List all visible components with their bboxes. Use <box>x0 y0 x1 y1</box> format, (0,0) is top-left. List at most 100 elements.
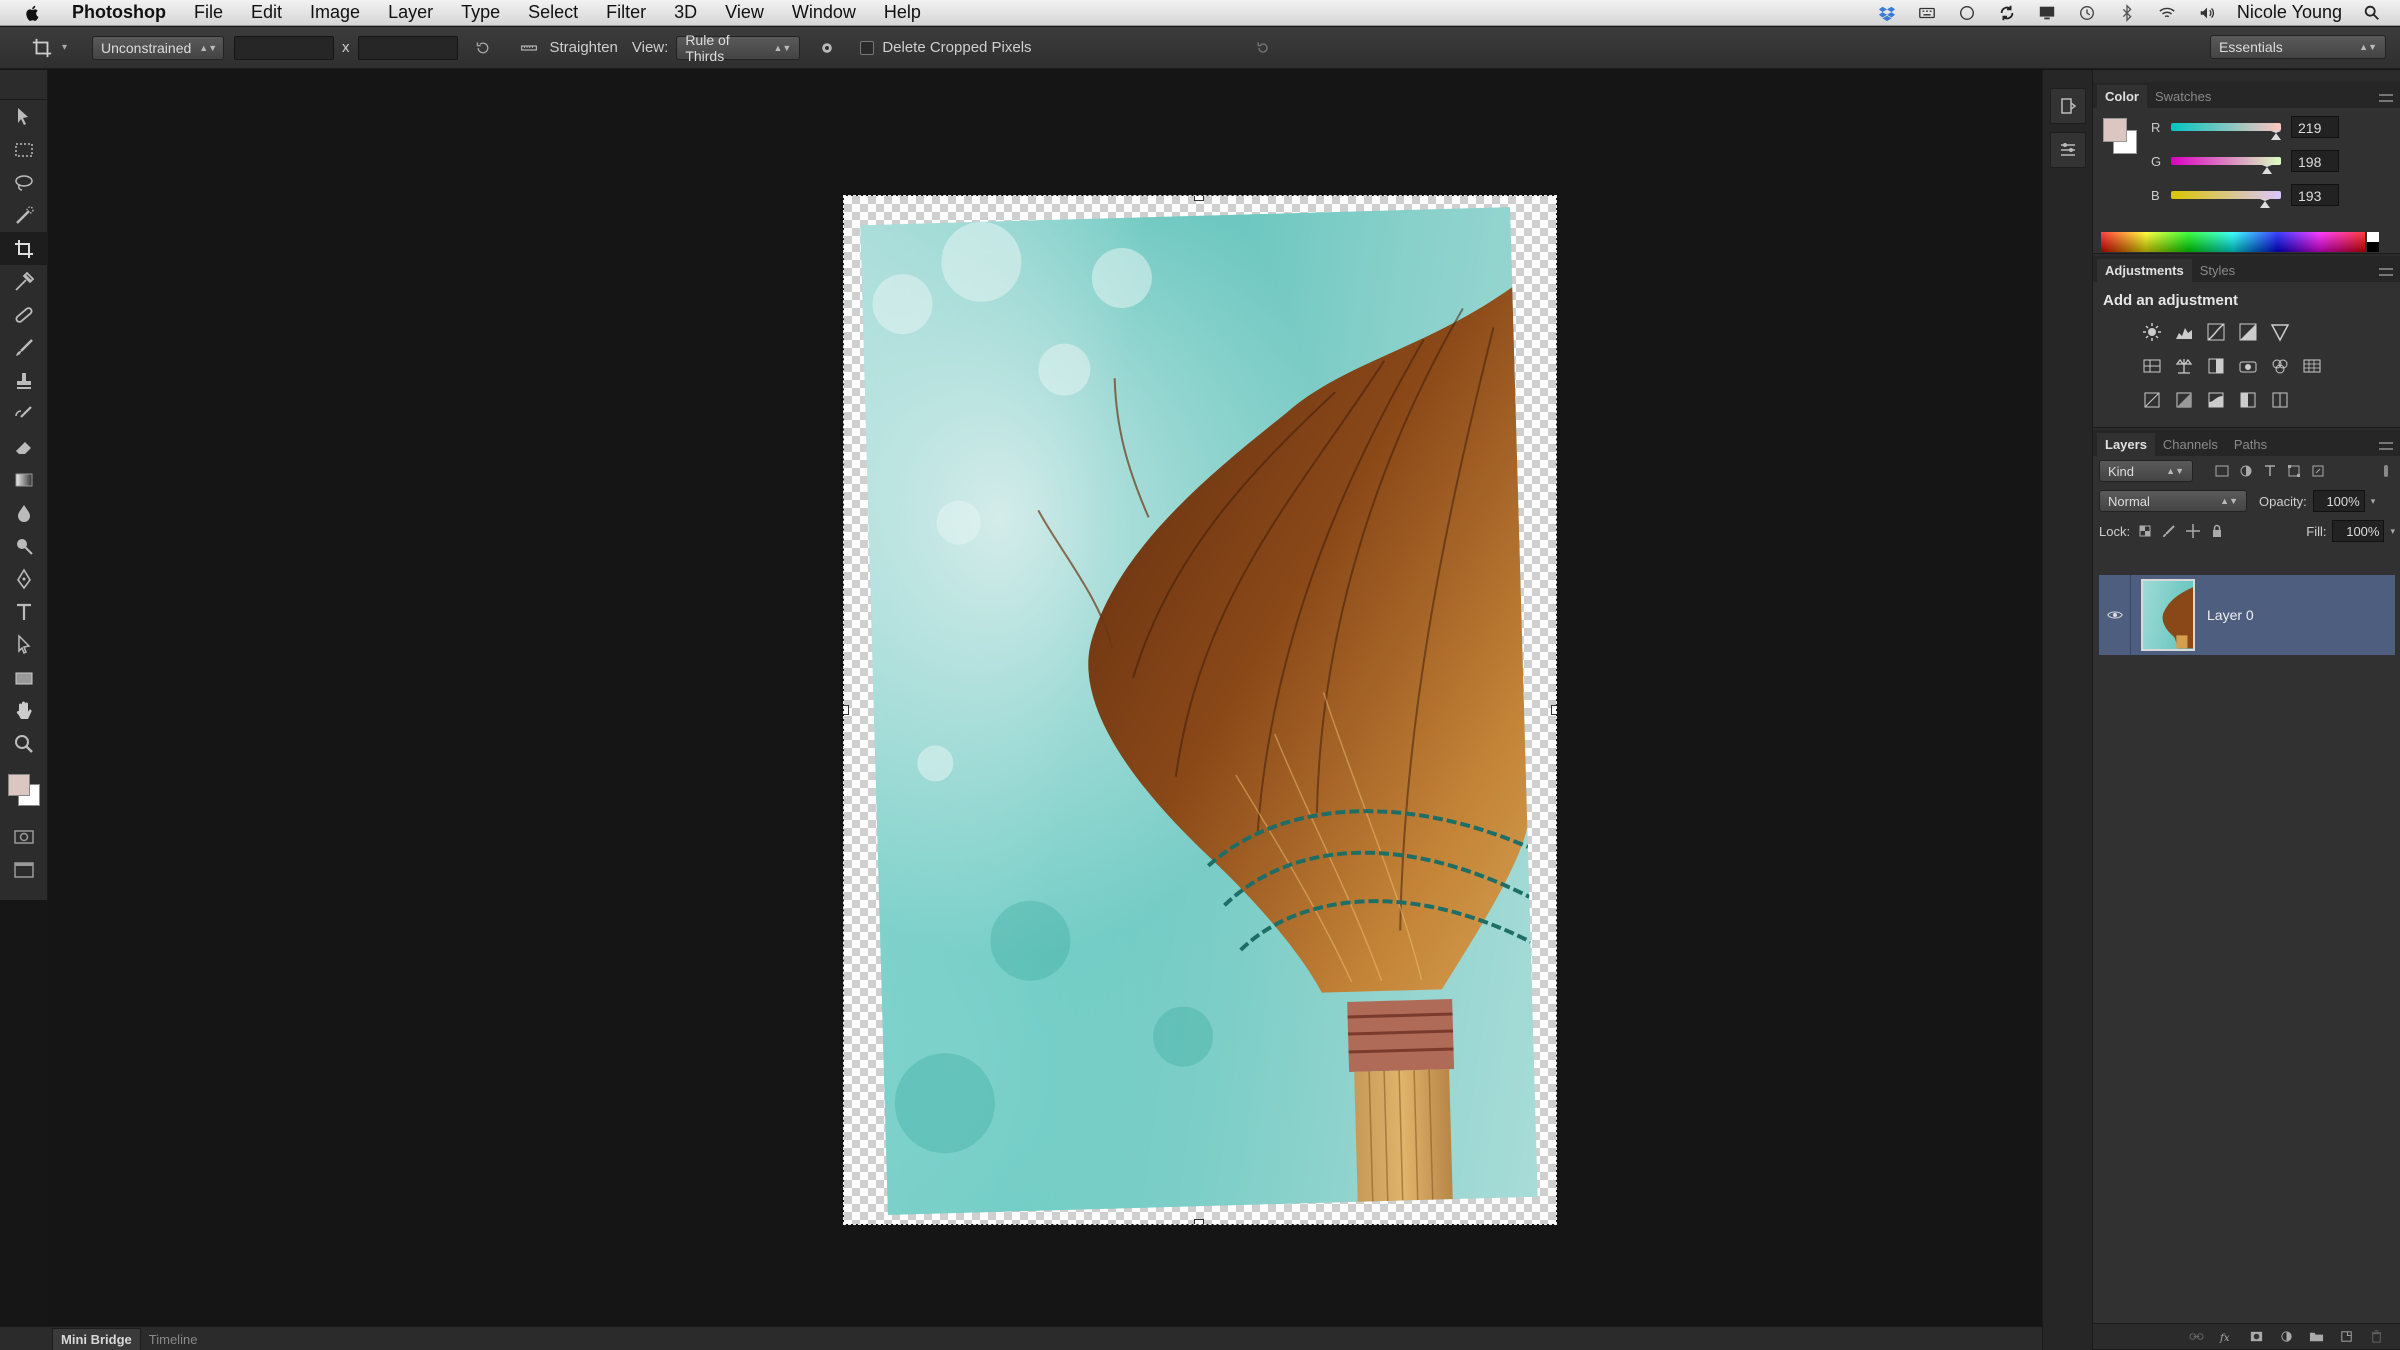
overlay-view-dropdown[interactable]: Rule of Thirds ▲▼ <box>676 32 801 64</box>
green-slider-thumb[interactable] <box>2262 165 2272 174</box>
chevron-down-icon[interactable]: ▾ <box>62 42 76 53</box>
gradient-map-icon[interactable] <box>2237 389 2259 411</box>
tab-adjustments[interactable]: Adjustments <box>2097 259 2192 282</box>
panel-menu-icon[interactable] <box>2379 442 2393 450</box>
color-swatches[interactable] <box>0 760 48 820</box>
crop-ratio-dropdown[interactable]: Unconstrained ▲▼ <box>92 35 224 60</box>
hand-tool[interactable] <box>0 694 48 727</box>
red-slider-thumb[interactable] <box>2271 131 2281 140</box>
black-white-icon[interactable] <box>2205 355 2227 377</box>
user-name[interactable]: Nicole Young <box>2237 2 2342 23</box>
quick-selection-tool[interactable] <box>0 199 48 232</box>
new-layer-icon[interactable] <box>2337 1328 2355 1346</box>
menu-edit[interactable]: Edit <box>237 2 296 23</box>
rectangular-marquee-tool[interactable] <box>0 133 48 166</box>
curves-icon[interactable] <box>2205 321 2227 343</box>
new-adjustment-layer-icon[interactable] <box>2277 1328 2295 1346</box>
apple-menu-icon[interactable] <box>22 2 44 24</box>
straighten-icon[interactable] <box>516 39 542 57</box>
fill-input[interactable]: 100% <box>2332 520 2385 542</box>
menu-help[interactable]: Help <box>870 2 935 23</box>
crop-height-input[interactable] <box>357 35 458 60</box>
tab-mini-bridge[interactable]: Mini Bridge <box>52 1328 141 1350</box>
link-layers-icon[interactable] <box>2187 1328 2205 1346</box>
add-mask-icon[interactable] <box>2247 1328 2265 1346</box>
menu-image[interactable]: Image <box>296 2 374 23</box>
color-lookup-icon[interactable] <box>2301 355 2323 377</box>
time-machine-icon[interactable] <box>2077 3 2097 23</box>
selective-color-icon[interactable] <box>2269 389 2291 411</box>
blend-mode-dropdown[interactable]: Normal ▲▼ <box>2099 490 2247 512</box>
spot-healing-tool[interactable] <box>0 298 48 331</box>
delete-cropped-pixels-checkbox[interactable] <box>860 40 875 55</box>
tab-channels[interactable]: Channels <box>2155 433 2226 456</box>
menu-file[interactable]: File <box>180 2 237 23</box>
volume-icon[interactable] <box>2197 3 2217 23</box>
opacity-chevron-icon[interactable]: ▾ <box>2371 496 2376 507</box>
levels-icon[interactable] <box>2173 321 2195 343</box>
new-group-folder-icon[interactable] <box>2307 1328 2325 1346</box>
crop-handle-top[interactable] <box>1194 196 1204 201</box>
crop-handle-right[interactable] <box>1551 705 1556 715</box>
history-panel-button[interactable] <box>2050 88 2086 124</box>
blue-value-input[interactable]: 193 <box>2291 184 2339 206</box>
menu-select[interactable]: Select <box>514 2 592 23</box>
brightness-contrast-icon[interactable] <box>2141 321 2163 343</box>
lasso-tool[interactable] <box>0 166 48 199</box>
crop-handle-left[interactable] <box>844 705 849 715</box>
fill-chevron-icon[interactable]: ▾ <box>2390 526 2395 537</box>
photo-filter-icon[interactable] <box>2237 355 2259 377</box>
filter-smart-object-icon[interactable] <box>2309 462 2327 480</box>
workspace-switcher[interactable]: Essentials ▲▼ <box>2210 35 2386 59</box>
blue-slider-thumb[interactable] <box>2260 199 2270 208</box>
delete-layer-trash-icon[interactable] <box>2367 1328 2385 1346</box>
filter-shape-icon[interactable] <box>2285 462 2303 480</box>
red-slider[interactable] <box>2171 123 2281 140</box>
rectangle-tool[interactable] <box>0 661 48 694</box>
zoom-tool[interactable] <box>0 727 48 760</box>
menu-3d[interactable]: 3D <box>660 2 711 23</box>
exposure-icon[interactable] <box>2237 321 2259 343</box>
panel-menu-icon[interactable] <box>2379 94 2393 102</box>
tab-color[interactable]: Color <box>2097 85 2147 108</box>
wifi-icon[interactable] <box>2157 3 2177 23</box>
color-spectrum-ramp[interactable] <box>2101 232 2379 252</box>
blue-slider[interactable] <box>2171 191 2281 208</box>
chat-status-icon[interactable] <box>1957 3 1977 23</box>
panel-menu-icon[interactable] <box>2379 268 2393 276</box>
filter-pixel-icon[interactable] <box>2213 462 2231 480</box>
menu-filter[interactable]: Filter <box>592 2 660 23</box>
tab-styles[interactable]: Styles <box>2192 259 2243 282</box>
layer-visibility-eye-icon[interactable] <box>2099 575 2131 655</box>
type-tool[interactable] <box>0 595 48 628</box>
opacity-input[interactable]: 100% <box>2312 490 2365 512</box>
straighten-button[interactable]: Straighten <box>550 39 618 56</box>
eyedropper-tool[interactable] <box>0 265 48 298</box>
menu-window[interactable]: Window <box>778 2 870 23</box>
color-balance-icon[interactable] <box>2173 355 2195 377</box>
screen-mode-button[interactable] <box>0 853 48 886</box>
tab-swatches[interactable]: Swatches <box>2147 85 2219 108</box>
brush-tool[interactable] <box>0 331 48 364</box>
posterize-icon[interactable] <box>2173 389 2195 411</box>
red-value-input[interactable]: 219 <box>2291 116 2339 138</box>
bluetooth-icon[interactable] <box>2117 3 2137 23</box>
lock-transparent-pixels-icon[interactable] <box>2136 522 2154 540</box>
toolbar-grip[interactable] <box>0 70 47 100</box>
properties-panel-button[interactable] <box>2050 132 2086 168</box>
black-white-ramp[interactable] <box>2367 232 2379 252</box>
sync-status-icon[interactable] <box>1997 3 2017 23</box>
foreground-color-swatch[interactable] <box>8 774 30 796</box>
swap-dimensions-icon[interactable] <box>472 37 494 59</box>
crop-tool[interactable] <box>0 232 48 265</box>
layer-filter-kind-dropdown[interactable]: Kind ▲▼ <box>2099 460 2193 482</box>
tab-timeline[interactable]: Timeline <box>141 1329 206 1350</box>
reset-crop-icon[interactable] <box>1252 37 1274 59</box>
hue-saturation-icon[interactable] <box>2141 355 2163 377</box>
green-value-input[interactable]: 198 <box>2291 150 2339 172</box>
channel-mixer-icon[interactable] <box>2269 355 2291 377</box>
history-brush-tool[interactable] <box>0 397 48 430</box>
quick-mask-toggle[interactable] <box>0 820 48 853</box>
crop-handle-bottom[interactable] <box>1194 1219 1204 1224</box>
gradient-tool[interactable] <box>0 463 48 496</box>
